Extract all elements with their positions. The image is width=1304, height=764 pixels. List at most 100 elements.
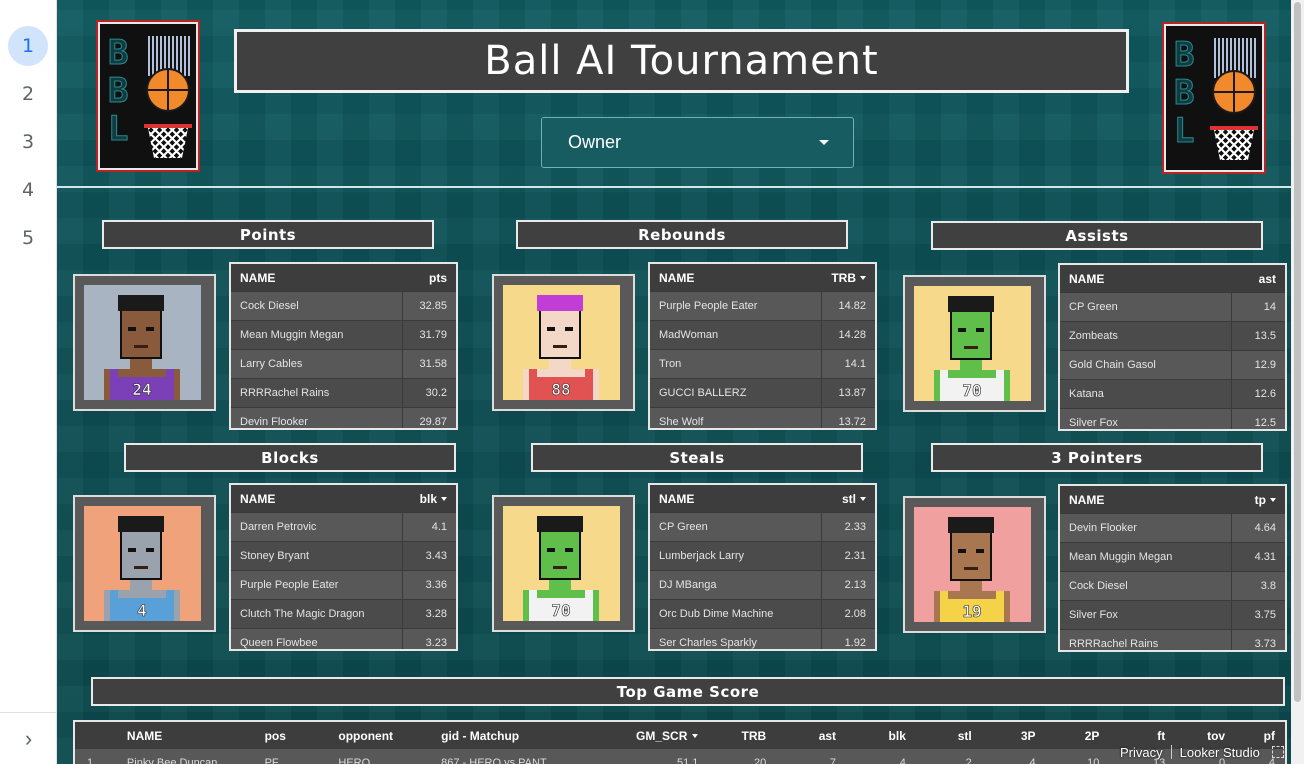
sort-desc-icon[interactable] [1270, 498, 1276, 503]
table-row[interactable]: Silver Fox 12.5 [1060, 408, 1285, 429]
column-header[interactable]: ft [1109, 729, 1175, 743]
player-avatar-icon: 70 [523, 516, 599, 621]
points-table[interactable]: NAME pts Cock Diesel 32.85 Mean Muggin Megan… [229, 262, 458, 430]
sort-desc-icon[interactable] [441, 497, 447, 502]
stat-value: 12.5 [1231, 409, 1285, 429]
column-header[interactable]: pos [253, 729, 327, 743]
stat-value: 1.92 [821, 629, 875, 649]
steals-label: Steals [531, 443, 863, 472]
blocks-table[interactable]: NAME blk Darren Petrovic 4.1 Stoney Bryant 3.… [229, 483, 458, 651]
privacy-link[interactable]: Privacy [1120, 745, 1163, 760]
arm [593, 369, 599, 400]
column-header[interactable]: tov [1175, 729, 1235, 743]
table-row[interactable]: Katana 12.6 [1060, 379, 1285, 408]
table-row[interactable]: Clutch The Magic Dragon 3.28 [231, 599, 456, 628]
column-header-label: ast [818, 728, 837, 743]
rebounds-table[interactable]: NAME TRB Purple People Eater 14.82 MadWoman 1… [648, 262, 877, 430]
table-row[interactable]: Darren Petrovic 4.1 [231, 512, 456, 541]
value-column-header[interactable]: ast [1235, 272, 1285, 286]
looker-studio-link[interactable]: Looker Studio [1180, 745, 1260, 760]
page-1-button[interactable]: 1 [8, 26, 48, 66]
player-name: Orc Dub Dime Machine [659, 608, 774, 620]
steals-table[interactable]: NAME stl CP Green 2.33 Lumberjack Larry 2.31 D… [648, 483, 877, 651]
column-header[interactable]: 3P [982, 729, 1046, 743]
column-header[interactable]: opponent [326, 729, 429, 743]
column-header-label: 3P [1020, 728, 1036, 743]
column-header[interactable]: NAME [115, 729, 253, 743]
name-column-header[interactable]: NAME [231, 271, 406, 285]
table-row[interactable]: Devin Flooker 29.87 [231, 407, 456, 428]
sort-desc-icon[interactable] [860, 276, 866, 281]
jersey-number: 24 [132, 380, 151, 399]
table-row[interactable]: Zombeats 13.5 [1060, 321, 1285, 350]
table-row[interactable]: Ser Charles Sparkly 1.92 [650, 628, 875, 649]
table-row[interactable]: Larry Cables 31.58 [231, 349, 456, 378]
table-row[interactable]: CP Green 2.33 [650, 512, 875, 541]
stat-value: 3.23 [402, 629, 456, 649]
table-row[interactable]: Mean Muggin Megan 4.31 [1060, 542, 1285, 571]
three-pointers-table[interactable]: NAME tp Devin Flooker 4.64 Mean Muggin Megan… [1058, 484, 1287, 652]
table-row[interactable]: GUCCI BALLERZ 13.87 [650, 378, 875, 407]
value-column-header[interactable]: pts [406, 271, 456, 285]
mouth [553, 345, 567, 348]
table-row[interactable]: Tron 14.1 [650, 349, 875, 378]
chevron-right-icon[interactable]: › [0, 712, 57, 764]
name-column-header[interactable]: NAME [650, 271, 825, 285]
column-header[interactable]: ast [776, 729, 846, 743]
value-column-header[interactable]: TRB [825, 271, 875, 285]
page-5-button[interactable]: 5 [8, 218, 48, 258]
value-column-header[interactable]: blk [406, 492, 456, 506]
value-column-header[interactable]: tp [1235, 493, 1285, 507]
column-header[interactable]: blk [846, 729, 916, 743]
name-column-header[interactable]: NAME [650, 492, 825, 506]
table-row[interactable]: Cock Diesel 32.85 [231, 291, 456, 320]
top-game-score-label: Top Game Score [91, 677, 1285, 706]
table-row[interactable]: Lumberjack Larry 2.31 [650, 541, 875, 570]
table-row[interactable]: She Wolf 13.72 [650, 407, 875, 428]
table-body: CP Green 2.33 Lumberjack Larry 2.31 DJ MBang… [650, 512, 875, 649]
name-column-header[interactable]: NAME [1060, 493, 1235, 507]
table-row[interactable]: DJ MBanga 2.13 [650, 570, 875, 599]
top-game-score-table[interactable]: NAME pos opponent gid - Matchup GM_SCR TRB ast… [73, 720, 1287, 764]
owner-dropdown[interactable]: Owner [541, 117, 854, 168]
name-column-header[interactable]: NAME [231, 492, 406, 506]
column-header[interactable]: pf [1235, 729, 1285, 743]
table-row[interactable]: Mean Muggin Megan 31.79 [231, 320, 456, 349]
sort-desc-icon[interactable] [692, 734, 699, 739]
column-header[interactable]: 2P [1046, 729, 1110, 743]
value-column-header[interactable]: stl [825, 492, 875, 506]
table-row[interactable]: Purple People Eater 14.82 [650, 291, 875, 320]
table-row[interactable]: RRRRachel Rains 3.73 [1060, 629, 1285, 650]
name-column-header[interactable]: NAME [1060, 272, 1235, 286]
table-row[interactable]: MadWoman 14.28 [650, 320, 875, 349]
sort-desc-icon[interactable] [860, 497, 866, 502]
eye [128, 548, 136, 552]
column-header[interactable]: TRB [708, 729, 776, 743]
page-3-button[interactable]: 3 [8, 122, 48, 162]
scrollbar-thumb[interactable] [1294, 2, 1301, 702]
player-avatar-icon: 19 [934, 517, 1010, 622]
table-row[interactable]: Devin Flooker 4.64 [1060, 513, 1285, 542]
page-4-button[interactable]: 4 [8, 170, 48, 210]
table-row[interactable]: 1. Pinky Bee Duncan PF HERO 867 - HERO vs PA… [75, 749, 1285, 764]
column-header[interactable]: gid - Matchup [429, 729, 599, 743]
table-row[interactable]: Stoney Bryant 3.43 [231, 541, 456, 570]
table-cell: HERO [338, 756, 371, 764]
table-row[interactable]: Purple People Eater 3.36 [231, 570, 456, 599]
table-row[interactable]: Cock Diesel 3.8 [1060, 571, 1285, 600]
player-name: Silver Fox [1069, 609, 1118, 621]
table-row[interactable]: RRRRachel Rains 30.2 [231, 378, 456, 407]
vertical-scrollbar[interactable] [1291, 0, 1304, 764]
fullscreen-icon[interactable] [1271, 746, 1284, 758]
page-2-button[interactable]: 2 [8, 74, 48, 114]
table-header: NAME tp [1060, 486, 1285, 513]
table-row[interactable]: Silver Fox 3.75 [1060, 600, 1285, 629]
table-row[interactable]: Orc Dub Dime Machine 2.08 [650, 599, 875, 628]
table-row[interactable]: Queen Flowbee 3.23 [231, 628, 456, 649]
column-header[interactable]: stl [916, 729, 982, 743]
table-row[interactable]: CP Green 14 [1060, 292, 1285, 321]
assists-table[interactable]: NAME ast CP Green 14 Zombeats 13.5 Gold Chain … [1058, 263, 1287, 431]
hair [118, 516, 164, 532]
table-row[interactable]: Gold Chain Gasol 12.9 [1060, 350, 1285, 379]
column-header[interactable]: GM_SCR [599, 729, 709, 743]
